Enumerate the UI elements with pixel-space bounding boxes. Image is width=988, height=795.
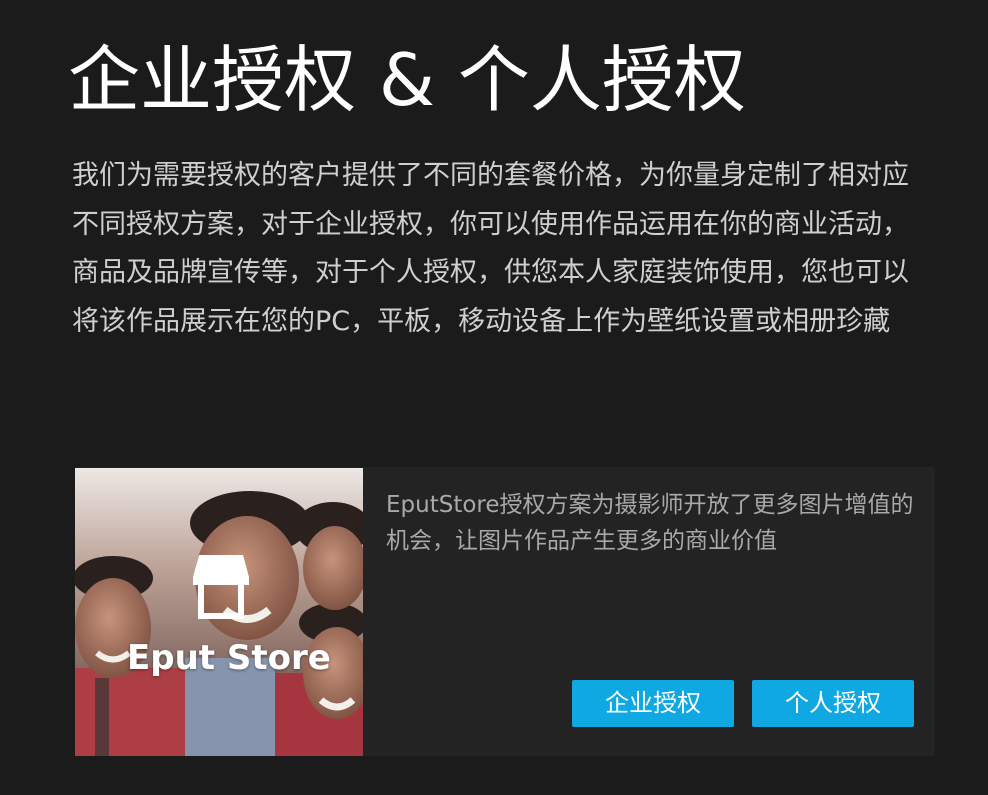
enterprise-license-button[interactable]: 企业授权	[572, 680, 734, 727]
page-title: 企业授权 & 个人授权	[68, 38, 746, 122]
personal-license-button[interactable]: 个人授权	[752, 680, 914, 727]
license-card: Eput Store EputStore授权方案为摄影师开放了更多图片增值的机会…	[75, 467, 935, 756]
card-description: EputStore授权方案为摄影师开放了更多图片增值的机会，让图片作品产生更多的…	[386, 492, 914, 554]
eput-store-photo: Eput Store	[75, 468, 363, 756]
intro-paragraph: 我们为需要授权的客户提供了不同的套餐价格，为你量身定制了相对应不同授权方案，对于…	[72, 160, 909, 337]
eput-store-logo-text: Eput Store	[127, 638, 331, 678]
